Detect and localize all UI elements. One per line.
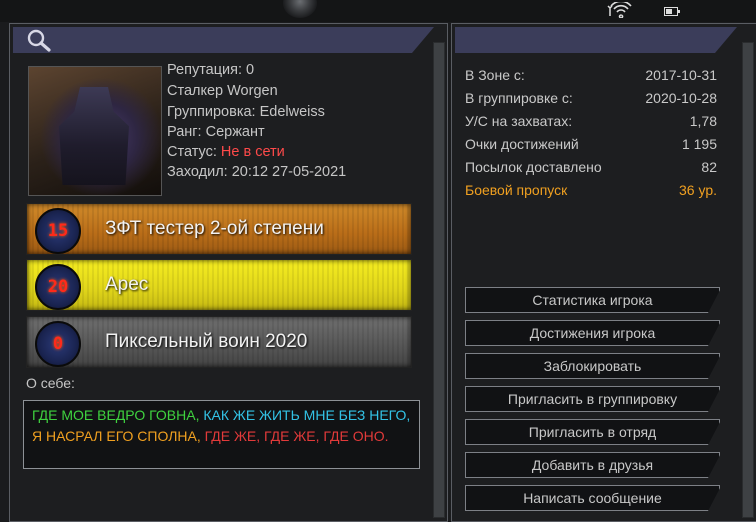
stat-achievement-points: Очки достижений 1 195 (465, 136, 717, 152)
stat-parcels-delivered: Посылок доставлено 82 (465, 159, 717, 175)
battery-icon (664, 5, 680, 19)
knob-icon (283, 0, 317, 18)
stat-label: Очки достижений (465, 136, 579, 152)
about-part: ГДЕ ЖЕ, ГДЕ ЖЕ, ГДЕ ОНО. (204, 428, 389, 444)
medal-icon: 15 (35, 208, 81, 254)
stat-battle-pass: Боевой пропуск 36 ур. (465, 182, 717, 198)
status-text: Статус: Не в сети (167, 144, 285, 160)
about-text-box: ГДЕ МОЕ ВЕДРО ГОВНА, КАК ЖЕ ЖИТЬ МНЕ БЕЗ… (23, 400, 420, 469)
avatar (28, 66, 162, 196)
badge-tester[interactable]: 15 ЗФТ тестер 2-ой степени (26, 203, 412, 255)
about-part: КАК ЖЕ ЖИТЬ МНЕ БЕЗ НЕГО, (203, 407, 411, 423)
stat-value: 2017-10-31 (645, 67, 717, 83)
player-achievements-button[interactable]: Достижения игрока (465, 320, 720, 346)
stat-value: 1 195 (681, 136, 717, 152)
faction-text: Группировка: Edelweiss (167, 104, 325, 120)
about-label: О себе: (26, 375, 75, 391)
stat-in-zone: В Зоне с: 2017-10-31 (465, 67, 717, 83)
stalker-name: Сталкер Worgen (167, 83, 278, 99)
stat-value: 82 (701, 159, 717, 175)
add-friend-button[interactable]: Добавить в друзья (465, 452, 720, 478)
stat-label: Боевой пропуск (465, 182, 568, 198)
block-button[interactable]: Заблокировать (465, 353, 720, 379)
stats-panel-header (455, 27, 737, 53)
about-part: Я НАСРАЛ ЕГО СПОЛНА, (32, 428, 201, 444)
stat-label: В группировке с: (465, 90, 573, 106)
badge-pixel-warrior[interactable]: 0 Пиксельный воин 2020 (26, 316, 412, 368)
about-part: ГДЕ МОЕ ВЕДРО ГОВНА, (32, 407, 200, 423)
stat-value: 1,78 (689, 113, 717, 129)
reputation-text: Репутация: 0 (167, 62, 255, 78)
stats-scrollbar[interactable] (742, 42, 754, 518)
badge-ares[interactable]: 20 Арес (26, 259, 412, 311)
stat-label: Посылок доставлено (465, 159, 602, 175)
stat-kd-captures: У/С на захватах: 1,78 (465, 113, 717, 129)
invite-squad-button[interactable]: Пригласить в отряд (465, 419, 720, 445)
badge-label: Пиксельный воин 2020 (105, 331, 308, 352)
stat-in-faction: В группировке с: 2020-10-28 (465, 90, 717, 106)
profile-panel-header (13, 27, 434, 53)
medal-icon: 0 (35, 321, 81, 367)
rank-text: Ранг: Сержант (167, 124, 265, 140)
stat-label: В Зоне с: (465, 67, 525, 83)
status-value: Не в сети (220, 144, 285, 160)
signal-icon (607, 0, 637, 21)
badge-label: Арес (105, 274, 149, 295)
stat-value: 2020-10-28 (645, 90, 717, 106)
send-message-button[interactable]: Написать сообщение (465, 485, 720, 511)
badge-label: ЗФТ тестер 2-ой степени (105, 218, 324, 239)
medal-icon: 20 (35, 264, 81, 310)
player-stats-button[interactable]: Статистика игрока (465, 287, 720, 313)
search-icon[interactable] (26, 28, 52, 57)
stat-label: У/С на захватах: (465, 113, 573, 129)
invite-faction-button[interactable]: Пригласить в группировку (465, 386, 720, 412)
stat-value: 36 ур. (679, 182, 717, 198)
last-seen-text: Заходил: 20:12 27-05-2021 (167, 164, 347, 180)
status-label: Статус: (167, 144, 217, 160)
top-bar (0, 0, 756, 22)
profile-scrollbar[interactable] (433, 42, 445, 518)
